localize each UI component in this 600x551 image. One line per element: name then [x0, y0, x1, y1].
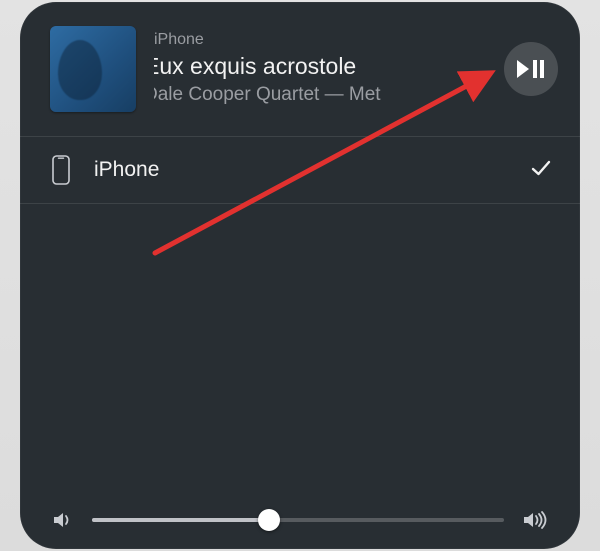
- iphone-icon: [50, 155, 72, 185]
- track-artist: Dale Cooper Quartet — Met: [154, 84, 486, 107]
- device-label: iPhone: [94, 158, 508, 182]
- track-info: iPhone Eux exquis acrostole Dale Cooper …: [154, 31, 486, 107]
- album-art: [50, 26, 136, 112]
- volume-row: [20, 509, 580, 531]
- volume-fill: [92, 518, 269, 522]
- checkmark-icon: [530, 157, 552, 184]
- source-device-label: iPhone: [154, 31, 486, 49]
- now-playing-section: iPhone Eux exquis acrostole Dale Cooper …: [20, 2, 580, 136]
- volume-low-icon: [52, 510, 74, 530]
- track-title: Eux exquis acrostole: [154, 53, 486, 81]
- device-list-body: [20, 204, 580, 492]
- airplay-panel: iPhone Eux exquis acrostole Dale Cooper …: [20, 2, 580, 549]
- volume-slider[interactable]: [92, 509, 504, 531]
- volume-high-icon: [522, 510, 548, 530]
- volume-thumb[interactable]: [258, 509, 280, 531]
- page: iPhone Eux exquis acrostole Dale Cooper …: [0, 0, 600, 551]
- device-row-iphone[interactable]: iPhone: [20, 137, 580, 203]
- play-pause-button[interactable]: [504, 42, 558, 96]
- play-pause-icon: [517, 58, 545, 80]
